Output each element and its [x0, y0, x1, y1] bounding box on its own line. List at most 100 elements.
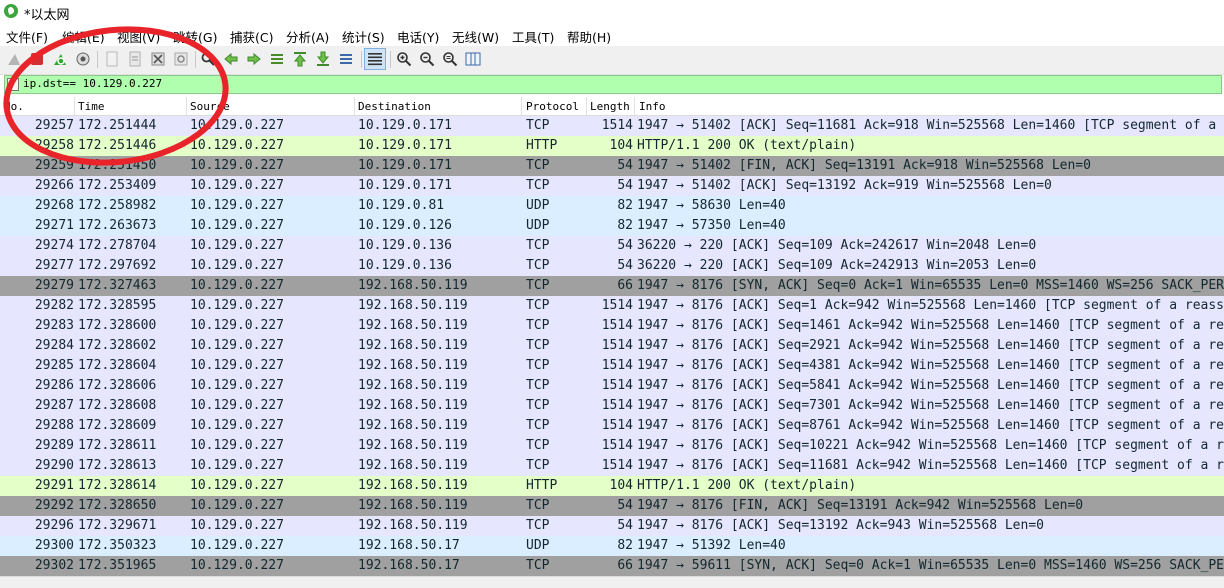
packet-length: 54 [617, 518, 633, 533]
packet-row[interactable]: 29289 172.328611 10.129.0.227 192.168.50.11… [0, 436, 1224, 456]
menu-go[interactable]: 跳转(G) [173, 27, 217, 46]
go-back-icon[interactable] [223, 51, 239, 67]
column-header-source[interactable]: Source [190, 100, 230, 113]
packet-destination: 192.168.50.119 [358, 278, 468, 293]
packet-row[interactable]: 29279 172.327463 10.129.0.227 192.168.50.11… [0, 276, 1224, 296]
menu-telephony[interactable]: 电话(Y) [397, 27, 439, 46]
zoom-out-icon[interactable] [419, 51, 435, 67]
packet-number: 29257 [34, 118, 74, 133]
packet-row[interactable]: 29286 172.328606 10.129.0.227 192.168.50.11… [0, 376, 1224, 396]
column-divider[interactable] [354, 97, 355, 115]
packet-row[interactable]: 29285 172.328604 10.129.0.227 192.168.50.11… [0, 356, 1224, 376]
packet-row[interactable]: 29290 172.328613 10.129.0.227 192.168.50.11… [0, 456, 1224, 476]
shark-fin-start-icon[interactable] [6, 51, 22, 67]
menu-edit[interactable]: 编辑(E) [62, 27, 105, 46]
packet-row[interactable]: 29284 172.328602 10.129.0.227 192.168.50.11… [0, 336, 1224, 356]
open-file-icon[interactable] [104, 51, 120, 67]
packet-row[interactable]: 29277 172.297692 10.129.0.227 10.129.0.136 T… [0, 256, 1224, 276]
packet-length: 82 [617, 198, 633, 213]
packet-row[interactable]: 29291 172.328614 10.129.0.227 192.168.50.11… [0, 476, 1224, 496]
packet-length: 1514 [601, 358, 633, 373]
stop-capture-icon[interactable] [29, 51, 45, 67]
column-header-no[interactable]: No. [4, 100, 24, 113]
packet-number: 29259 [34, 158, 74, 173]
column-header-protocol[interactable]: Protocol [526, 100, 579, 113]
column-divider[interactable] [186, 97, 187, 115]
packet-time: 172.251444 [78, 118, 157, 133]
packet-info: 36220 → 220 [ACK] Seq=109 Ack=242617 Win… [637, 238, 1037, 253]
restart-capture-icon[interactable] [52, 51, 68, 67]
packet-row[interactable]: 29300 172.350323 10.129.0.227 192.168.50.17… [0, 536, 1224, 556]
packet-row[interactable]: 29292 172.328650 10.129.0.227 192.168.50.11… [0, 496, 1224, 516]
column-header-info[interactable]: Info [639, 100, 666, 113]
filter-bookmark-icon[interactable] [7, 78, 19, 91]
packet-number: 29282 [34, 298, 74, 313]
packet-row[interactable]: 29257 172.251444 10.129.0.227 10.129.0.171 T… [0, 116, 1224, 136]
packet-protocol: TCP [526, 418, 550, 433]
packet-time: 172.253409 [78, 178, 157, 193]
packet-number: 29291 [34, 478, 74, 493]
packet-list-header: No. Time Source Destination Protocol Len… [0, 97, 1224, 116]
go-first-icon[interactable] [292, 51, 308, 67]
packet-row[interactable]: 29268 172.258982 10.129.0.227 10.129.0.81 UD… [0, 196, 1224, 216]
column-divider[interactable] [521, 97, 522, 115]
packet-time: 172.328611 [78, 438, 157, 453]
menu-view[interactable]: 视图(V) [117, 27, 160, 46]
packet-time: 172.351965 [78, 558, 157, 573]
packet-destination: 192.168.50.119 [358, 438, 468, 453]
packet-row[interactable]: 29288 172.328609 10.129.0.227 192.168.50.11… [0, 416, 1224, 436]
menu-statistics[interactable]: 统计(S) [342, 27, 385, 46]
menu-help[interactable]: 帮助(H) [567, 27, 611, 46]
find-packet-icon[interactable] [200, 51, 216, 67]
close-file-icon[interactable] [150, 51, 166, 67]
toolbar-separator [97, 51, 98, 68]
display-filter-input[interactable]: ip.dst== 10.129.0.227 [23, 77, 162, 90]
menu-wireless[interactable]: 无线(W) [452, 27, 499, 46]
column-divider[interactable] [74, 97, 75, 115]
packet-row[interactable]: 29302 172.351965 10.129.0.227 192.168.50.17… [0, 556, 1224, 576]
zoom-in-icon[interactable] [396, 51, 412, 67]
packet-row[interactable]: 29296 172.329671 10.129.0.227 192.168.50.11… [0, 516, 1224, 536]
packet-row[interactable]: 29271 172.263673 10.129.0.227 10.129.0.126 U… [0, 216, 1224, 236]
horizontal-scrollbar[interactable] [0, 576, 1224, 588]
menu-capture[interactable]: 捕获(C) [230, 27, 273, 46]
normal-size-icon[interactable] [442, 51, 458, 67]
reload-file-icon[interactable] [173, 51, 189, 67]
packet-row[interactable]: 29258 172.251446 10.129.0.227 10.129.0.171 H… [0, 136, 1224, 156]
packet-row[interactable]: 29274 172.278704 10.129.0.227 10.129.0.136 T… [0, 236, 1224, 256]
packet-source: 10.129.0.227 [190, 458, 284, 473]
menu-analyze[interactable]: 分析(A) [286, 27, 329, 46]
go-to-packet-icon[interactable] [269, 51, 285, 67]
packet-source: 10.129.0.227 [190, 518, 284, 533]
resize-columns-icon[interactable] [465, 51, 481, 67]
menu-bar: 文件(F) 编辑(E) 视图(V) 跳转(G) 捕获(C) 分析(A) 统计(S… [0, 24, 1224, 46]
packet-protocol: TCP [526, 298, 550, 313]
column-header-time[interactable]: Time [78, 100, 105, 113]
go-last-icon[interactable] [315, 51, 331, 67]
capture-options-icon[interactable] [75, 51, 91, 67]
column-divider[interactable] [586, 97, 587, 115]
packet-time: 172.327463 [78, 278, 157, 293]
save-file-icon[interactable] [127, 51, 143, 67]
menu-file[interactable]: 文件(F) [6, 27, 48, 46]
column-divider[interactable] [634, 97, 635, 115]
packet-number: 29302 [34, 558, 74, 573]
column-header-length[interactable]: Length [590, 100, 630, 113]
packet-destination: 10.129.0.81 [358, 198, 445, 213]
packet-info: HTTP/1.1 200 OK (text/plain) [637, 478, 857, 493]
packet-row[interactable]: 29266 172.253409 10.129.0.227 10.129.0.171 T… [0, 176, 1224, 196]
packet-row[interactable]: 29283 172.328600 10.129.0.227 192.168.50.11… [0, 316, 1224, 336]
column-header-destination[interactable]: Destination [358, 100, 431, 113]
packet-info: 1947 → 8176 [SYN, ACK] Seq=0 Ack=1 Win=6… [637, 278, 1224, 293]
packet-length: 82 [617, 538, 633, 553]
display-filter-bar: ip.dst== 10.129.0.227 [4, 75, 1222, 94]
packet-protocol: UDP [526, 538, 550, 553]
packet-row[interactable]: 29282 172.328595 10.129.0.227 192.168.50.11… [0, 296, 1224, 316]
go-forward-icon[interactable] [246, 51, 262, 67]
colorize-icon[interactable] [364, 48, 386, 70]
auto-scroll-icon[interactable] [338, 51, 354, 67]
menu-tools[interactable]: 工具(T) [512, 27, 554, 46]
packet-row[interactable]: 29287 172.328608 10.129.0.227 192.168.50.11… [0, 396, 1224, 416]
packet-info: 1947 → 59611 [SYN, ACK] Seq=0 Ack=1 Win=… [637, 558, 1224, 573]
packet-row[interactable]: 29259 172.251450 10.129.0.227 10.129.0.171 T… [0, 156, 1224, 176]
